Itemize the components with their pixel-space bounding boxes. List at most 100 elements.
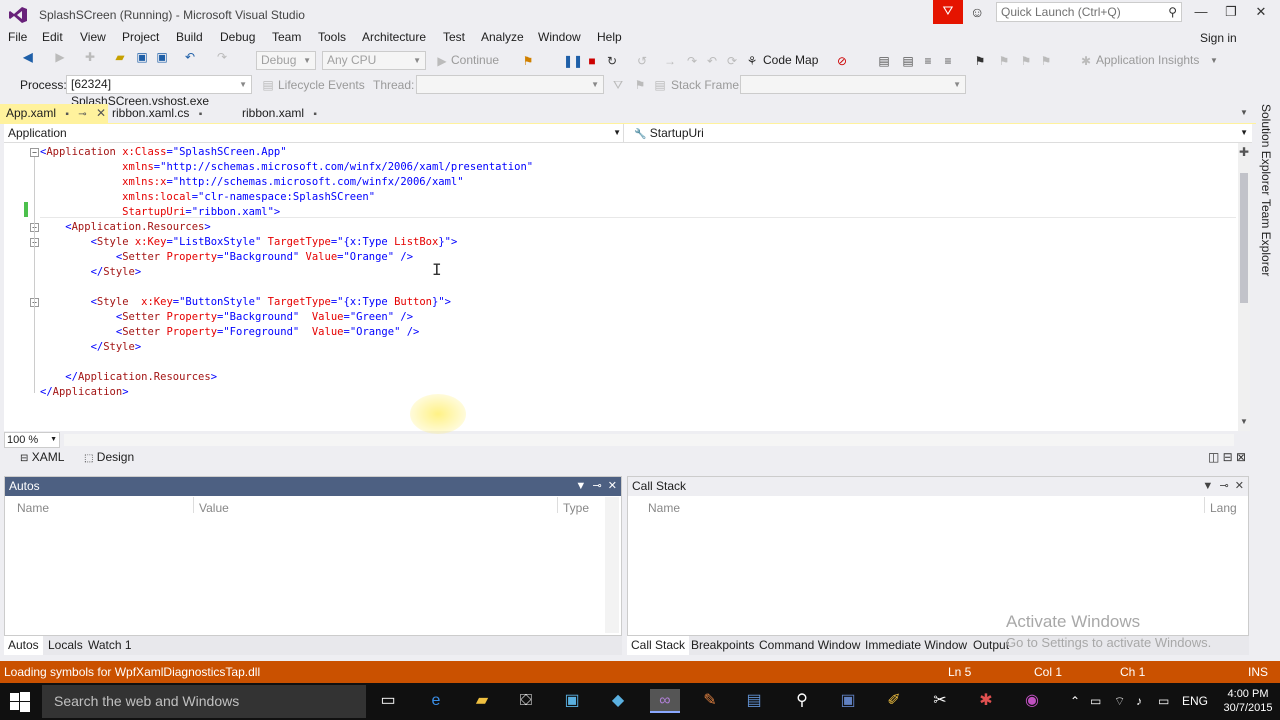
platform-select[interactable]: Any CPU ▼ xyxy=(322,51,426,70)
tab-command-window[interactable]: Command Window xyxy=(755,636,864,655)
open-file-icon[interactable]: ▰ xyxy=(112,49,128,65)
new-project-icon[interactable]: ✚ xyxy=(82,49,98,65)
side-tab-team-explorer[interactable]: Team Explorer xyxy=(1256,199,1274,276)
quick-launch-input[interactable]: Quick Launch (Ctrl+Q) ⚲ xyxy=(996,2,1182,22)
visual-studio-taskbar-icon[interactable]: ∞ xyxy=(650,689,680,713)
solution-config-select[interactable]: Debug ▼ xyxy=(256,51,316,70)
store-icon[interactable]: ⛋ xyxy=(514,689,538,713)
filter-icon[interactable]: ⛛ xyxy=(610,77,626,93)
pane-layout-icon[interactable]: ◫ ⊟ ⊠ xyxy=(1208,450,1246,464)
taskbar-clock[interactable]: 4:00 PM 30/7/2015 xyxy=(1220,687,1276,715)
tab-breakpoints[interactable]: Breakpoints xyxy=(687,636,758,655)
stack-frame-select[interactable]: ▼ xyxy=(740,75,966,94)
editor-horizontal-scrollbar[interactable] xyxy=(64,434,1234,446)
menu-file[interactable]: File xyxy=(8,30,27,44)
scroll-thumb[interactable] xyxy=(1240,173,1248,303)
menu-team[interactable]: Team xyxy=(272,30,301,44)
show-next-statement-icon[interactable]: ↺ xyxy=(634,53,650,69)
thread-select[interactable]: ▼ xyxy=(416,75,604,94)
tab-locals[interactable]: Locals xyxy=(44,636,87,655)
column-value[interactable]: Value xyxy=(199,501,229,515)
sign-in-link[interactable]: Sign in xyxy=(1200,31,1237,45)
autos-scrollbar[interactable] xyxy=(605,497,619,633)
pin-icon[interactable]: ⊸ xyxy=(78,109,86,120)
code-line[interactable]: <Style x:Key="ListBoxStyle" TargetType="… xyxy=(40,235,458,250)
close-icon[interactable]: ✕ xyxy=(1235,480,1244,492)
pin-icon[interactable]: ⊸ xyxy=(592,480,601,492)
outdent-icon[interactable]: ≡ xyxy=(940,53,956,69)
code-line[interactable]: </Style> xyxy=(40,265,142,280)
side-tab-solution-explorer[interactable]: Solution Explorer xyxy=(1256,104,1274,196)
code-line[interactable]: xmlns="http://schemas.microsoft.com/winf… xyxy=(40,160,533,175)
code-line[interactable]: <Application x:Class="SplashSCreen.App" xyxy=(40,145,287,160)
app-icon[interactable]: ▣ xyxy=(560,689,584,713)
tab-ribbon-xaml[interactable]: ribbon.xaml ▪ xyxy=(236,104,352,123)
app-icon[interactable]: ✐ xyxy=(882,689,906,713)
app-icon[interactable]: ✱ xyxy=(974,689,998,713)
break-all-icon[interactable]: ❚❚ xyxy=(563,53,583,69)
code-line[interactable]: xmlns:x="http://schemas.microsoft.com/wi… xyxy=(40,175,463,190)
tab-call-stack[interactable]: Call Stack xyxy=(627,636,690,655)
close-icon[interactable]: ✕ xyxy=(608,480,617,492)
tray-message-icon[interactable]: ▭ xyxy=(1158,694,1169,708)
tab-watch-1[interactable]: Watch 1 xyxy=(84,636,136,655)
code-line[interactable]: <Setter Property="Background" Value="Gre… xyxy=(40,310,413,325)
xaml-view-tab[interactable]: ⊟ XAML xyxy=(20,449,64,466)
zoom-select[interactable]: 100 % ▼ xyxy=(4,432,60,448)
next-bookmark-icon[interactable]: ⚑ xyxy=(1018,53,1034,69)
app-icon[interactable]: ✎ xyxy=(698,689,722,713)
menu-edit[interactable]: Edit xyxy=(42,30,63,44)
close-icon[interactable]: ✕ xyxy=(96,106,106,120)
edge-browser-icon[interactable]: e xyxy=(424,689,448,713)
tab-ribbon-xaml-cs[interactable]: ribbon.xaml.cs ▪ xyxy=(106,104,230,123)
save-icon[interactable]: ▣ xyxy=(134,49,150,65)
code-line[interactable]: <Setter Property="Foreground" Value="Ora… xyxy=(40,325,420,340)
process-icon[interactable]: ⚑ xyxy=(520,53,536,69)
flag-threads-icon[interactable]: ⚑ xyxy=(632,77,648,93)
restore-button[interactable]: ❐ xyxy=(1216,3,1246,23)
clear-bookmarks-icon[interactable]: ⚑ xyxy=(1038,53,1054,69)
app-icon[interactable]: ◉ xyxy=(1020,689,1044,713)
forward-icon[interactable]: ▶ xyxy=(52,49,68,65)
column-language[interactable]: Lang xyxy=(1210,501,1237,515)
code-line[interactable]: </Application.Resources> xyxy=(40,370,217,385)
menu-window[interactable]: Window xyxy=(538,30,581,44)
step-into-icon[interactable]: → xyxy=(662,53,678,69)
process-select[interactable]: [62324] SplashSCreen.vshost.exe ▼ xyxy=(66,75,252,108)
feedback-smiley-icon[interactable]: ☺ xyxy=(970,4,984,20)
editor-vertical-scrollbar[interactable]: ✚ ▼ xyxy=(1238,143,1250,431)
app-icon[interactable]: ✂ xyxy=(928,689,952,713)
menu-view[interactable]: View xyxy=(80,30,106,44)
type-dropdown[interactable]: Application ▼ xyxy=(4,124,624,142)
app-icon[interactable]: ▤ xyxy=(742,689,766,713)
step-out-icon[interactable]: ↶ xyxy=(704,53,720,69)
tray-wifi-icon[interactable]: ⌔ xyxy=(1114,694,1125,709)
code-editor[interactable]: − − − − <Application x:Class="SplashSCre… xyxy=(4,143,1238,434)
file-explorer-icon[interactable]: ▰ xyxy=(470,689,494,713)
menu-tools[interactable]: Tools xyxy=(318,30,346,44)
stack-frame-icon[interactable]: ▤ xyxy=(652,77,668,93)
code-map-icon[interactable]: ⚘ xyxy=(744,53,760,69)
save-all-icon[interactable]: ▣ xyxy=(154,49,170,65)
continue-icon[interactable]: ▶ xyxy=(434,53,450,69)
tray-language[interactable]: ENG xyxy=(1182,694,1208,708)
pin-icon[interactable]: ⊸ xyxy=(1219,480,1228,492)
continue-button[interactable]: Continue xyxy=(451,53,499,67)
restart-icon[interactable]: ↻ xyxy=(604,53,620,69)
tray-network-icon[interactable]: ▭ xyxy=(1090,694,1101,708)
minimize-button[interactable]: — xyxy=(1186,3,1216,23)
tab-immediate-window[interactable]: Immediate Window xyxy=(861,636,971,655)
code-line[interactable]: <Style x:Key="ButtonStyle" TargetType="{… xyxy=(40,295,451,310)
member-dropdown[interactable]: 🔧 StartupUri ▼ xyxy=(630,124,1250,142)
menu-test[interactable]: Test xyxy=(443,30,465,44)
taskbar-search-box[interactable]: Search the web and Windows xyxy=(42,685,366,718)
column-type[interactable]: Type xyxy=(563,501,589,515)
menu-architecture[interactable]: Architecture xyxy=(362,30,426,44)
menu-help[interactable]: Help xyxy=(597,30,622,44)
chevron-down-icon[interactable]: ▼ xyxy=(1202,480,1213,492)
column-name[interactable]: Name xyxy=(648,501,680,515)
tab-app-xaml[interactable]: App.xaml ▪ ⊸ ✕ xyxy=(0,104,108,123)
code-line[interactable]: <Application.Resources> xyxy=(40,220,210,235)
task-view-icon[interactable]: ▭ xyxy=(376,689,400,713)
back-icon[interactable]: ◀ xyxy=(20,49,36,65)
